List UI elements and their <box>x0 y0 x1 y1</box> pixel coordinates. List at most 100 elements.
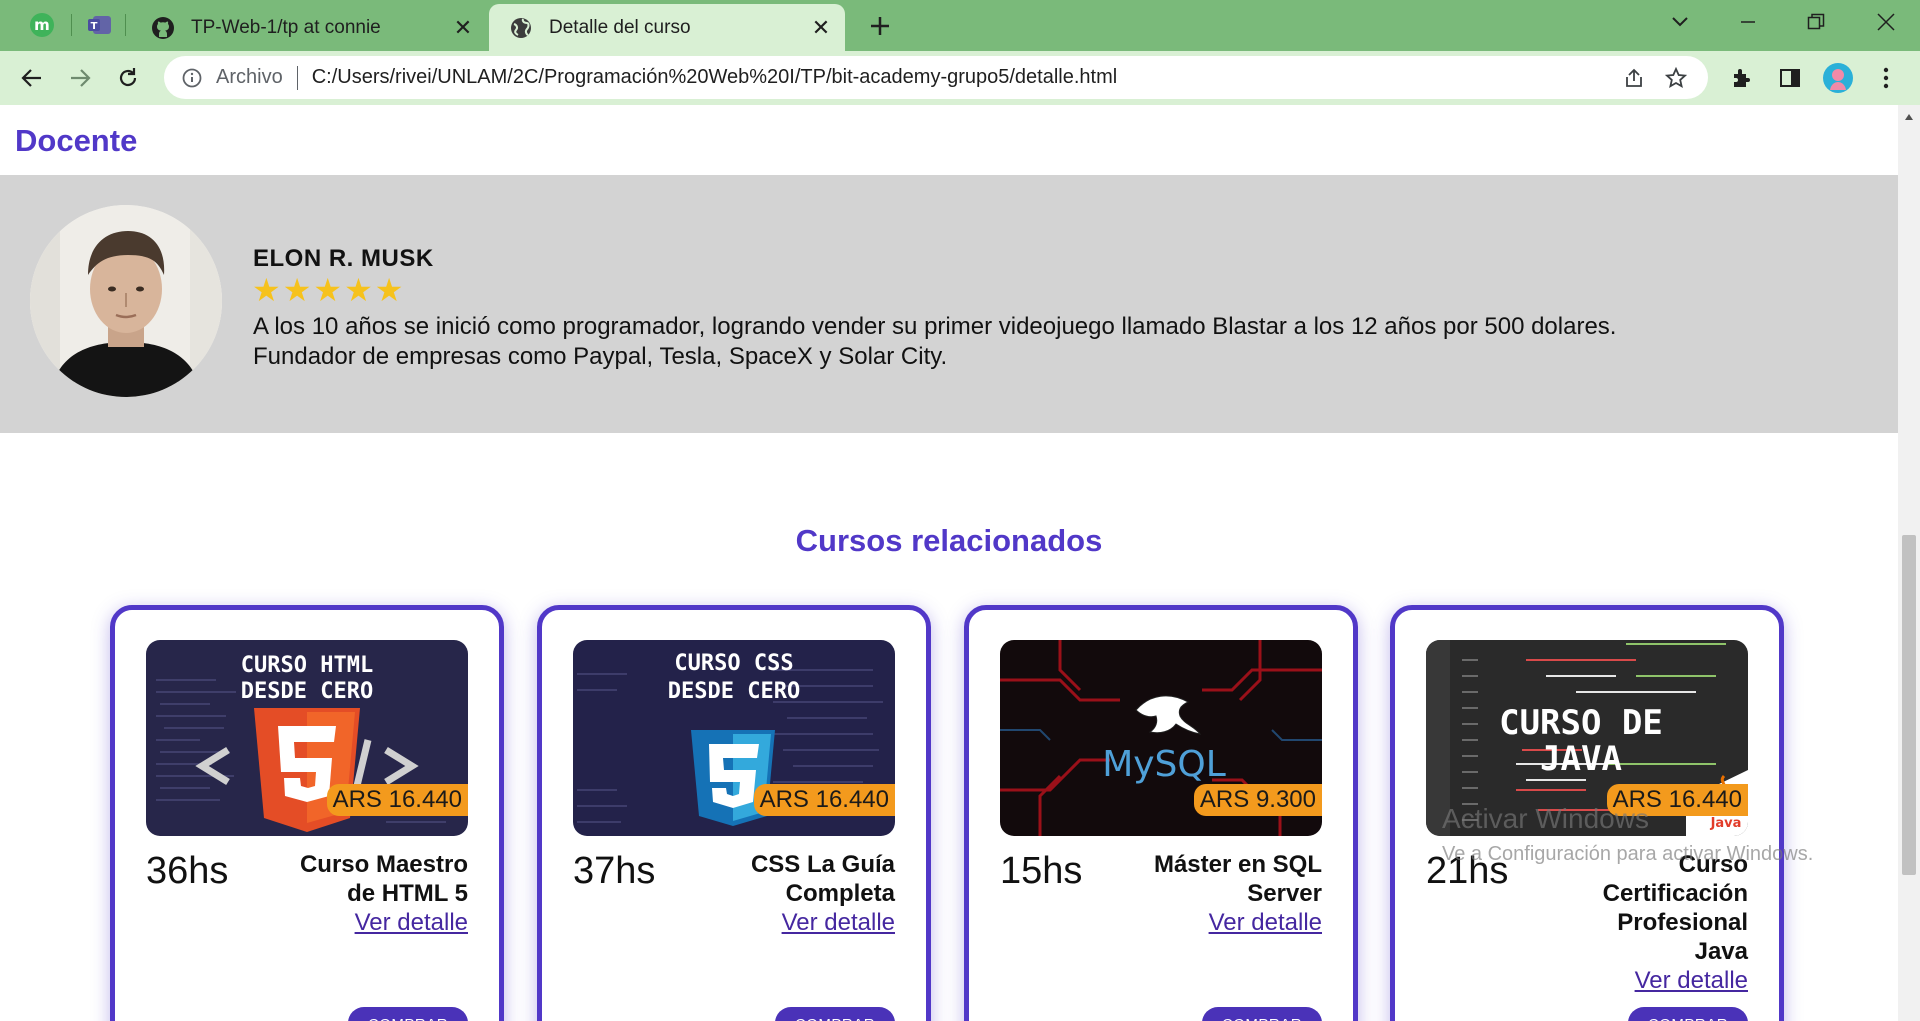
related-courses-title: Cursos relacionados <box>795 523 1103 558</box>
close-window-button[interactable] <box>1858 6 1914 38</box>
course-card: CURSO CSS DESDE CERO ARS 16.440 37hs CSS… <box>537 605 931 1021</box>
tab-search-button[interactable] <box>1652 6 1708 38</box>
pinned-separator <box>71 14 72 36</box>
tab-strip: m T TP-Web-1/tp at connie ✕ Detalle del … <box>0 0 1920 51</box>
course-image-text: CURSO DE <box>1499 703 1663 743</box>
windows-activation-watermark: Activar Windows Ve a Configuración para … <box>1442 803 1813 866</box>
star-icon: ★ <box>282 272 312 308</box>
avatar <box>1823 63 1853 93</box>
back-button[interactable] <box>14 60 50 96</box>
course-name-text: CSS La Guía Completa <box>750 851 895 907</box>
price-badge: ARS 16.440 <box>753 784 895 816</box>
course-name-text: Curso Maestro de HTML 5 <box>299 851 468 907</box>
tab-github[interactable]: TP-Web-1/tp at connie ✕ <box>131 4 487 51</box>
tab-title: Detalle del curso <box>549 16 691 38</box>
url-text[interactable]: C:/Users/rivei/UNLAM/2C/Programación%20W… <box>312 66 1616 89</box>
course-image-text: DESDE CERO <box>668 679 800 704</box>
teacher-section: ELON R. MUSK ★ ★ ★ ★ ★ A los 10 años se … <box>0 175 1898 433</box>
scroll-up-icon[interactable] <box>1898 109 1920 125</box>
arrow-left-icon <box>21 69 41 87</box>
svg-text:m: m <box>34 16 50 34</box>
course-hours: 36hs <box>146 850 229 892</box>
restore-icon <box>1807 13 1825 30</box>
extensions-button[interactable] <box>1724 60 1760 96</box>
course-name-text: Curso Certificación Profesional Java <box>1602 851 1748 965</box>
scrollbar-thumb[interactable] <box>1902 535 1916 875</box>
teacher-rating: ★ ★ ★ ★ ★ <box>252 273 403 307</box>
star-icon: ★ <box>313 272 343 308</box>
m-letter-icon: m <box>30 13 54 37</box>
comprar-button[interactable]: COMPRAR <box>775 1007 895 1021</box>
scheme-label: Archivo <box>216 66 283 88</box>
watermark-subtitle: Ve a Configuración para activar Windows. <box>1442 843 1814 865</box>
course-image[interactable]: MySQL ARS 9.300 <box>1000 640 1322 836</box>
info-icon[interactable] <box>178 64 206 92</box>
pinned-tab-m[interactable]: m <box>24 6 60 44</box>
close-icon <box>1877 13 1895 31</box>
side-panel-button[interactable] <box>1772 60 1808 96</box>
course-name: Máster en SQL Server Ver detalle <box>1132 850 1322 937</box>
course-image-text: CURSO HTML <box>241 653 373 678</box>
reload-button[interactable] <box>110 60 146 96</box>
puzzle-icon <box>1734 69 1750 87</box>
price-badge: ARS 16.440 <box>326 784 468 816</box>
docente-heading: Docente <box>15 123 138 158</box>
address-bar[interactable]: Archivo C:/Users/rivei/UNLAM/2C/Programa… <box>164 56 1708 99</box>
menu-button[interactable] <box>1868 60 1904 96</box>
kebab-menu-icon <box>1883 67 1889 89</box>
forward-button[interactable] <box>62 60 98 96</box>
pinned-tab-teams[interactable]: T <box>82 6 118 44</box>
teacher-bio: A los 10 años se inició como programador… <box>253 312 1873 372</box>
teacher-bio-line: Fundador de empresas como Paypal, Tesla,… <box>253 343 948 370</box>
course-hours: 15hs <box>1000 850 1083 892</box>
ver-detalle-link[interactable]: Ver detalle <box>1558 966 1748 995</box>
watermark-title: Activar Windows <box>1442 803 1649 834</box>
new-tab-button[interactable] <box>864 10 896 42</box>
course-image-text: JAVA <box>1540 739 1622 779</box>
teacher-name: ELON R. MUSK <box>253 245 434 272</box>
comprar-button[interactable]: COMPRAR <box>348 1007 468 1021</box>
vertical-scrollbar[interactable] <box>1898 105 1920 1021</box>
share-icon[interactable] <box>1616 60 1652 96</box>
course-image[interactable]: CURSO CSS DESDE CERO ARS 16.440 <box>573 640 895 836</box>
comprar-button[interactable]: COMPRAR <box>1628 1007 1748 1021</box>
minimize-icon <box>1741 21 1755 23</box>
address-divider <box>296 65 298 90</box>
close-tab-icon[interactable]: ✕ <box>449 14 477 42</box>
course-card: CURSO HTML DESDE CERO ARS 16.440 36hs Cu… <box>110 605 504 1021</box>
profile-button[interactable] <box>1820 60 1856 96</box>
minimize-button[interactable] <box>1720 6 1776 38</box>
course-image-text: DESDE CERO <box>241 679 373 704</box>
star-icon: ★ <box>374 272 404 308</box>
star-icon: ★ <box>344 272 373 308</box>
ver-detalle-link[interactable]: Ver detalle <box>278 908 468 937</box>
browser-toolbar: Archivo C:/Users/rivei/UNLAM/2C/Programa… <box>0 51 1920 105</box>
course-hours: 37hs <box>573 850 656 892</box>
price-badge: ARS 9.300 <box>1193 784 1322 816</box>
reload-icon <box>119 68 137 87</box>
course-name-text: Máster en SQL Server <box>1153 851 1322 907</box>
course-name: CSS La Guía Completa Ver detalle <box>705 850 895 937</box>
course-image-text: CURSO CSS <box>674 651 793 676</box>
tab-detalle[interactable]: Detalle del curso ✕ <box>489 4 845 51</box>
course-name: Curso Maestro de HTML 5 Ver detalle <box>278 850 468 937</box>
teacher-bio-line: A los 10 años se inició como programador… <box>253 313 1617 340</box>
restore-button[interactable] <box>1788 6 1844 38</box>
star-icon[interactable] <box>1658 60 1694 96</box>
course-card: MySQL ARS 9.300 15hs Máster en SQL Serve… <box>964 605 1358 1021</box>
course-name: Curso Certificación Profesional Java Ver… <box>1558 850 1748 995</box>
globe-icon <box>509 16 533 40</box>
svg-text:T: T <box>91 21 98 32</box>
close-tab-icon[interactable]: ✕ <box>807 14 835 42</box>
ver-detalle-link[interactable]: Ver detalle <box>705 908 895 937</box>
course-image[interactable]: CURSO HTML DESDE CERO ARS 16.440 <box>146 640 468 836</box>
chevron-down-icon <box>1672 17 1688 27</box>
pinned-separator <box>125 14 126 36</box>
comprar-button[interactable]: COMPRAR <box>1202 1007 1322 1021</box>
github-icon <box>151 16 175 40</box>
tab-title: TP-Web-1/tp at connie <box>191 16 381 38</box>
arrow-right-icon <box>71 69 91 87</box>
teacher-photo <box>30 205 222 397</box>
star-icon: ★ <box>252 272 281 308</box>
ver-detalle-link[interactable]: Ver detalle <box>1132 908 1322 937</box>
